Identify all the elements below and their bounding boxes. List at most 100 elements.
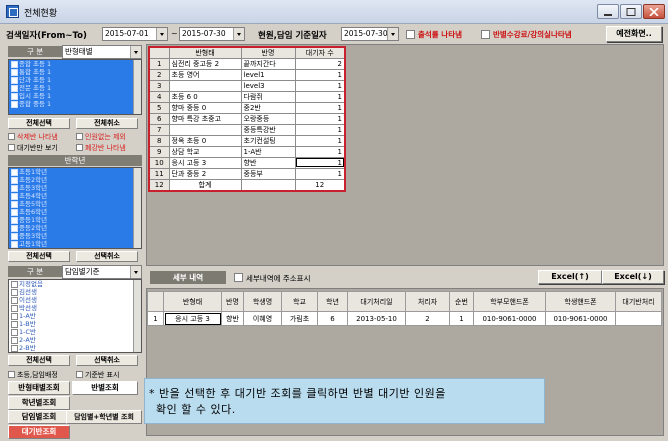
scrollbar[interactable] bbox=[133, 168, 141, 248]
attendance-checkbox[interactable] bbox=[406, 30, 415, 39]
table-cell[interactable]: 합계 bbox=[168, 178, 242, 191]
column-header[interactable]: 반형태 bbox=[168, 46, 242, 59]
form-type-item[interactable]: 통합 초등 1 bbox=[9, 68, 141, 76]
table-cell[interactable]: 1 bbox=[294, 69, 346, 81]
table-cell[interactable]: 9 bbox=[148, 145, 170, 158]
table-cell[interactable]: 오랑중등 bbox=[240, 112, 296, 125]
column-header[interactable]: 반명 bbox=[240, 46, 296, 59]
table-cell[interactable]: 중등특강반 bbox=[240, 123, 296, 136]
close-button[interactable] bbox=[643, 4, 665, 19]
option-exclude-empty[interactable]: 인원없는 제외 bbox=[76, 132, 126, 142]
waiting-detail-table[interactable]: 반형태 반명 학생명 학교 학년 대기처리일 처리자 순번 학부모핸드폰 학생핸드폰 대기반처리 1… bbox=[147, 291, 662, 326]
select-all-button-3[interactable]: 전체선택 bbox=[8, 355, 70, 366]
form-type-item[interactable]: 단과 초등 1 bbox=[9, 76, 141, 84]
table-cell[interactable]: 6 bbox=[317, 311, 348, 326]
table-cell[interactable]: 1 bbox=[294, 80, 346, 92]
class-base-date-picker[interactable]: 2015-07-30 bbox=[341, 27, 399, 41]
excel-up-button[interactable]: Excel(↑) bbox=[538, 270, 602, 284]
table-row[interactable]: 1 심전리 중고등 2 끝까지간다 2 bbox=[148, 58, 346, 70]
school-grade-item[interactable]: 초등4학년 bbox=[9, 192, 141, 200]
prev-screen-button[interactable]: 예전화면.. bbox=[606, 26, 662, 42]
table-cell[interactable]: 11 bbox=[148, 167, 170, 180]
school-grade-item[interactable]: 초등1학년 bbox=[9, 168, 141, 176]
table-cell[interactable]: 단과 중등 2 bbox=[168, 167, 242, 180]
school-grade-item[interactable]: 중등3학년 bbox=[9, 232, 141, 240]
table-cell[interactable]: 끝까지간다 bbox=[240, 58, 296, 70]
teacher-item[interactable]: 2-A반 bbox=[9, 336, 141, 344]
chevron-down-icon[interactable] bbox=[387, 28, 398, 40]
option-waiting-only[interactable]: 대기반만 보기 bbox=[8, 143, 58, 153]
table-cell[interactable]: level1 bbox=[240, 69, 296, 81]
excel-down-button[interactable]: Excel(↓) bbox=[602, 270, 664, 284]
table-cell[interactable]: 가림초 bbox=[281, 311, 318, 326]
table-cell[interactable]: 1 bbox=[294, 145, 346, 158]
column-header[interactable]: 학교 bbox=[281, 291, 318, 312]
date-to-picker[interactable]: 2015-07-30 bbox=[179, 27, 245, 41]
option-closed-class[interactable]: 폐강반 나타냄 bbox=[76, 143, 126, 153]
table-cell[interactable]: 4 bbox=[148, 90, 170, 103]
table-row[interactable]: 3 level3 1 bbox=[148, 80, 346, 92]
table-cell[interactable]: 2 bbox=[405, 311, 450, 326]
teacher-item[interactable]: 김선생 bbox=[9, 288, 141, 296]
table-cell[interactable]: 12 bbox=[148, 178, 170, 191]
table-cell[interactable]: 1 bbox=[294, 101, 346, 114]
column-header[interactable]: 학년 bbox=[317, 291, 348, 312]
table-cell[interactable]: 2 bbox=[148, 69, 170, 81]
tab-class-query[interactable]: 반별조회 bbox=[72, 381, 138, 395]
table-row[interactable]: 10 응시 고등 3 향반 1 bbox=[148, 156, 346, 169]
form-type-item[interactable]: 종합 중등 1 bbox=[9, 100, 141, 108]
tuition-checkbox[interactable] bbox=[481, 30, 490, 39]
table-cell[interactable]: 향마 특강 초중고 bbox=[168, 112, 242, 125]
column-header[interactable]: 학생핸드폰 bbox=[545, 291, 616, 312]
address-checkbox[interactable] bbox=[234, 273, 243, 282]
detail-button[interactable]: 세부 내역 bbox=[150, 271, 226, 284]
table-cell[interactable]: 중2반 bbox=[240, 101, 296, 114]
column-header[interactable]: 대기자 수 bbox=[294, 46, 346, 59]
column-header[interactable]: 반명 bbox=[221, 291, 244, 312]
table-row[interactable]: 2 초등 영어 level1 1 bbox=[148, 69, 346, 81]
table-cell[interactable]: 7 bbox=[148, 123, 170, 136]
tab-teacher-query[interactable]: 담임별조회 bbox=[8, 410, 70, 424]
table-row[interactable]: 11 단과 중등 2 중등부 1 bbox=[148, 167, 346, 180]
table-cell[interactable]: 향반 bbox=[221, 311, 244, 326]
school-grade-list[interactable]: 초등1학년 초등2학년 초등3학년 초등4학년 초등5학년 초등6학년 중등1학년 중등2학년… bbox=[8, 167, 142, 249]
table-cell[interactable]: 1 bbox=[294, 123, 346, 136]
column-header[interactable]: 반형태 bbox=[163, 291, 222, 312]
form-type-item[interactable]: 전문 초등 1 bbox=[9, 84, 141, 92]
table-cell[interactable]: 1 bbox=[294, 156, 346, 169]
table-cell[interactable]: 초등 영어 bbox=[168, 69, 242, 81]
chevron-down-icon[interactable] bbox=[130, 266, 141, 278]
table-cell[interactable]: 향마 중등 0 bbox=[168, 101, 242, 114]
teacher-item[interactable]: 1-C반 bbox=[9, 328, 141, 336]
form-type-item[interactable]: 입시 초등 1 bbox=[9, 92, 141, 100]
form-type-list[interactable]: 종합 초등 1 통합 초등 1 단과 초등 1 전문 초등 1 입시 초등 1 종합 중등… bbox=[8, 59, 142, 115]
table-cell[interactable]: 1 bbox=[294, 167, 346, 180]
waiting-summary-table[interactable]: 반형태 반명 대기자 수 1 심전리 중고등 2 끝까지간다 2 2 초등 영어 level1 1… bbox=[148, 46, 346, 192]
tab-form-query[interactable]: 반형태별조회 bbox=[8, 381, 70, 395]
school-grade-item[interactable]: 초등3학년 bbox=[9, 184, 141, 192]
table-cell[interactable] bbox=[168, 80, 242, 92]
column-header[interactable]: 순번 bbox=[449, 291, 474, 312]
table-cell[interactable]: 1 bbox=[147, 311, 164, 326]
table-cell[interactable]: 8 bbox=[148, 134, 170, 147]
school-grade-item[interactable]: 초등5학년 bbox=[9, 200, 141, 208]
table-cell[interactable] bbox=[168, 123, 242, 136]
table-cell[interactable]: 12 bbox=[294, 178, 346, 191]
date-from-picker[interactable]: 2015-07-01 bbox=[102, 27, 168, 41]
table-cell[interactable]: 응시 고등 3 bbox=[168, 156, 242, 169]
school-grade-item[interactable]: 초등2학년 bbox=[9, 176, 141, 184]
table-cell[interactable]: 010-9061-0000 bbox=[545, 311, 616, 326]
column-header[interactable]: 대기처리일 bbox=[347, 291, 406, 312]
table-cell[interactable]: 심전리 중고등 2 bbox=[168, 58, 242, 70]
clear-selection-button[interactable]: 전체취소 bbox=[76, 118, 138, 129]
table-cell[interactable]: 1 bbox=[294, 112, 346, 125]
table-cell[interactable] bbox=[240, 178, 296, 191]
table-cell[interactable]: 초등 6 0 bbox=[168, 90, 242, 103]
school-grade-item[interactable]: 고등2학년 bbox=[9, 248, 141, 249]
table-cell[interactable]: 1-A반 bbox=[240, 145, 296, 158]
teacher-item[interactable]: 1-A반 bbox=[9, 312, 141, 320]
table-cell[interactable]: 다람쥐 bbox=[240, 90, 296, 103]
option-deleted-class[interactable]: 삭제반 나타냄 bbox=[8, 132, 58, 142]
clear-selection-button-2[interactable]: 선택취소 bbox=[76, 251, 138, 262]
tab-waiting-query[interactable]: 대기반조회 bbox=[8, 425, 70, 439]
